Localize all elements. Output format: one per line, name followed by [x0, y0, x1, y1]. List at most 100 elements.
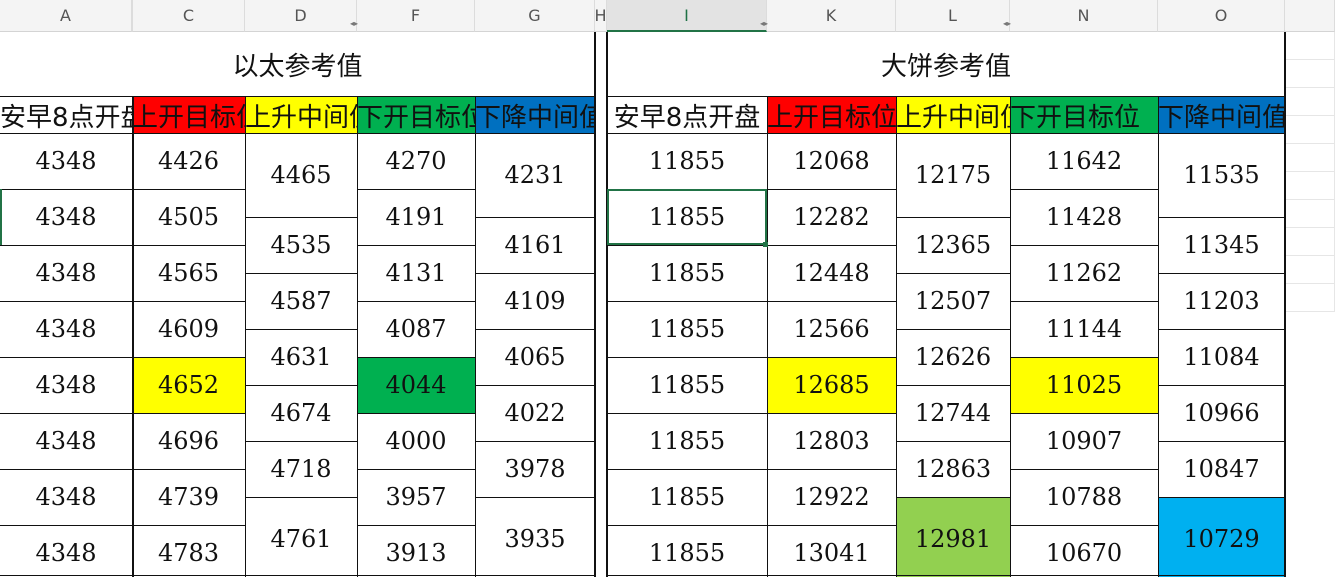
left_table-up-mid-cell[interactable]: 4718	[245, 441, 357, 497]
right_table-up-mid-cell[interactable]: 12365	[896, 217, 1010, 273]
column-resize-handle-L[interactable]: ◂▸	[1003, 20, 1011, 28]
right_table-open-cell[interactable]: 11855	[607, 469, 767, 525]
right_table-down-target-cell[interactable]: 10788	[1010, 469, 1158, 525]
left_table-up-mid-cell[interactable]: 4587	[245, 273, 357, 329]
left_table-down-mid-cell[interactable]: 4065	[475, 329, 595, 385]
column-header-A[interactable]: A	[0, 0, 132, 32]
column-header-F[interactable]: F	[357, 0, 475, 32]
right_table-up-mid-cell[interactable]: 12981	[896, 497, 1010, 577]
left_table-down-target-cell[interactable]: 4000	[357, 413, 475, 469]
empty-cell[interactable]	[1285, 32, 1335, 60]
right_table-down-target-cell[interactable]: 11025	[1010, 357, 1158, 413]
empty-cell[interactable]	[1285, 144, 1335, 172]
left_table-up-target-cell[interactable]: 4783	[132, 525, 245, 577]
right_table-down-target-cell[interactable]: 11642	[1010, 133, 1158, 189]
right_table-up-target-cell[interactable]: 12803	[767, 413, 896, 469]
right_table-down-target-cell[interactable]: 10907	[1010, 413, 1158, 469]
right_table-down-mid-cell[interactable]: 11535	[1158, 133, 1285, 217]
left_table-up-mid-cell[interactable]: 4631	[245, 329, 357, 385]
empty-cell[interactable]	[1285, 228, 1335, 256]
left_table-down-mid-cell[interactable]: 4161	[475, 217, 595, 273]
column-header-C[interactable]: C	[133, 0, 245, 32]
spreadsheet[interactable]: ACDFGHIKLNO◂▸◂▸◂▸以太参考值安早8点开盘上开目标位上升中间值下开…	[0, 0, 1335, 577]
column-header-I[interactable]: I	[607, 0, 767, 32]
left_table-down-mid-cell[interactable]: 4231	[475, 133, 595, 217]
right_table-open-cell[interactable]: 11855	[607, 189, 767, 245]
right_table-down-mid-cell[interactable]: 11345	[1158, 217, 1285, 273]
column-header-O[interactable]: O	[1158, 0, 1285, 32]
right_table-open-cell[interactable]: 11855	[607, 357, 767, 413]
right_table-open-cell[interactable]: 11855	[607, 133, 767, 189]
right_table-down-target-cell[interactable]: 11262	[1010, 245, 1158, 301]
right_table-up-target-cell[interactable]: 12922	[767, 469, 896, 525]
right_table-down-mid-cell[interactable]: 11084	[1158, 329, 1285, 385]
left_table-down-mid-cell[interactable]: 4022	[475, 385, 595, 441]
left_table-down-mid-cell[interactable]: 4109	[475, 273, 595, 329]
right_table-down-target-cell[interactable]: 10670	[1010, 525, 1158, 577]
left_table-up-target-cell[interactable]: 4609	[132, 301, 245, 357]
right_table-down-mid-cell[interactable]: 10966	[1158, 385, 1285, 441]
right_table-down-target-cell[interactable]: 11144	[1010, 301, 1158, 357]
right_table-up-mid-cell[interactable]: 12507	[896, 273, 1010, 329]
empty-cell[interactable]	[1285, 200, 1335, 228]
empty-cell[interactable]	[1285, 88, 1335, 116]
fill-handle[interactable]	[763, 242, 768, 247]
left_table-open-cell[interactable]: 4348	[0, 301, 132, 357]
right_table-open-cell[interactable]: 11855	[607, 413, 767, 469]
right_table-up-target-cell[interactable]: 12068	[767, 133, 896, 189]
right_table-up-target-cell[interactable]: 12566	[767, 301, 896, 357]
left_table-up-target-cell[interactable]: 4565	[132, 245, 245, 301]
empty-cell[interactable]	[1285, 256, 1335, 284]
left_table-down-target-cell[interactable]: 4131	[357, 245, 475, 301]
right_table-up-target-cell[interactable]: 13041	[767, 525, 896, 577]
empty-cell[interactable]	[1285, 172, 1335, 200]
empty-cell[interactable]	[1285, 284, 1335, 312]
left_table-up-mid-cell[interactable]: 4465	[245, 133, 357, 217]
right_table-up-target-cell[interactable]: 12448	[767, 245, 896, 301]
left_table-down-target-cell[interactable]: 4087	[357, 301, 475, 357]
right_table-up-mid-cell[interactable]: 12744	[896, 385, 1010, 441]
left_table-up-target-cell[interactable]: 4505	[132, 189, 245, 245]
right_table-up-mid-cell[interactable]: 12175	[896, 133, 1010, 217]
column-header-N[interactable]: N	[1010, 0, 1158, 32]
right_table-down-mid-cell[interactable]: 10847	[1158, 441, 1285, 497]
left_table-up-target-cell[interactable]: 4652	[132, 357, 245, 413]
left_table-down-target-cell[interactable]: 3957	[357, 469, 475, 525]
column-resize-handle-I[interactable]: ◂▸	[760, 20, 768, 28]
empty-cell[interactable]	[1285, 116, 1335, 144]
column-header-H[interactable]: H	[594, 0, 607, 32]
left_table-up-target-cell[interactable]: 4426	[132, 133, 245, 189]
right_table-open-cell[interactable]: 11855	[607, 245, 767, 301]
left_table-down-target-cell[interactable]: 4191	[357, 189, 475, 245]
left_table-down-mid-cell[interactable]: 3935	[475, 497, 595, 577]
empty-cell[interactable]	[1285, 60, 1335, 88]
left_table-open-cell[interactable]: 4348	[0, 525, 132, 577]
left_table-down-mid-cell[interactable]: 3978	[475, 441, 595, 497]
left_table-down-target-cell[interactable]: 4270	[357, 133, 475, 189]
column-header-G[interactable]: G	[475, 0, 595, 32]
left_table-open-cell[interactable]: 4348	[0, 413, 132, 469]
left_table-up-mid-cell[interactable]: 4674	[245, 385, 357, 441]
right_table-up-target-cell[interactable]: 12282	[767, 189, 896, 245]
right_table-up-target-cell[interactable]: 12685	[767, 357, 896, 413]
column-resize-handle-D[interactable]: ◂▸	[350, 20, 358, 28]
left_table-open-cell[interactable]: 4348	[0, 469, 132, 525]
right_table-open-cell[interactable]: 11855	[607, 301, 767, 357]
left_table-up-mid-cell[interactable]: 4535	[245, 217, 357, 273]
left_table-up-target-cell[interactable]: 4696	[132, 413, 245, 469]
column-header-P[interactable]	[1285, 0, 1335, 32]
column-header-L[interactable]: L	[896, 0, 1010, 32]
right_table-down-mid-cell[interactable]: 11203	[1158, 273, 1285, 329]
left_table-up-mid-cell[interactable]: 4761	[245, 497, 357, 577]
right_table-up-mid-cell[interactable]: 12863	[896, 441, 1010, 497]
right_table-down-mid-cell[interactable]: 10729	[1158, 497, 1285, 577]
left_table-open-cell[interactable]: 4348	[0, 189, 132, 245]
left_table-down-target-cell[interactable]: 4044	[357, 357, 475, 413]
right_table-open-cell[interactable]: 11855	[607, 525, 767, 577]
left_table-open-cell[interactable]: 4348	[0, 245, 132, 301]
column-header-D[interactable]: D	[245, 0, 357, 32]
left_table-down-target-cell[interactable]: 3913	[357, 525, 475, 577]
column-header-K[interactable]: K	[767, 0, 896, 32]
left_table-open-cell[interactable]: 4348	[0, 133, 132, 189]
left_table-open-cell[interactable]: 4348	[0, 357, 132, 413]
